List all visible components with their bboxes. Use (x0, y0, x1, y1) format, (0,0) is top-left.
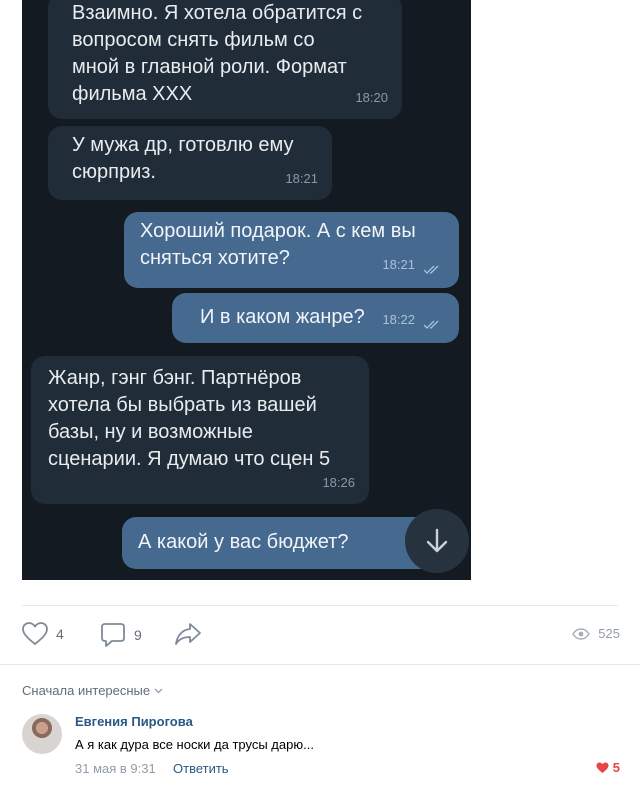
sort-label: Сначала интересные (22, 683, 151, 698)
heart-filled-icon (596, 762, 609, 773)
heart-icon (22, 622, 48, 646)
message-text: У мужа др, готовлю ему сюрприз. (72, 134, 294, 183)
message-bubble: У мужа др, готовлю ему сюрприз. 18:21 (48, 126, 332, 200)
post-divider (22, 605, 618, 606)
message-text: А какой у вас бюджет? (138, 531, 349, 553)
comment-icon (101, 623, 125, 647)
comment-date[interactable]: 31 мая в 9:31 (75, 761, 156, 776)
like-button[interactable]: 4 (22, 622, 64, 646)
message-bubble: Взаимно. Я хотела обратится с вопросом с… (48, 0, 402, 119)
chevron-down-icon (154, 688, 163, 693)
message-text: Жанр, гэнг бэнг. Партнёров хотела бы выб… (48, 367, 331, 470)
view-count: 525 (598, 626, 620, 641)
scroll-down-button[interactable] (405, 509, 469, 573)
message-time: 18:26 (322, 475, 355, 490)
reply-button[interactable]: Ответить (173, 761, 229, 776)
comment-like-button[interactable]: 5 (596, 760, 620, 775)
message-time: 18:21 (285, 171, 318, 186)
comment-author[interactable]: Евгения Пирогова (75, 714, 193, 729)
message-bubble: Хороший подарок. А с кем вы сняться хоти… (124, 212, 459, 288)
views-counter: 525 (572, 626, 620, 641)
message-text: Взаимно. Я хотела обратится с вопросом с… (72, 2, 363, 105)
comments-sort-dropdown[interactable]: Сначала интересные (22, 683, 163, 698)
message-time: 18:22 (382, 312, 415, 327)
comment-like-count: 5 (612, 760, 620, 775)
share-icon (175, 623, 201, 645)
comments-divider (0, 664, 640, 665)
message-bubble: И в каком жанре? 18:22 (172, 293, 459, 343)
like-count: 4 (56, 626, 64, 642)
message-bubble: Жанр, гэнг бэнг. Партнёров хотела бы выб… (31, 356, 369, 504)
message-time: 18:21 (382, 257, 415, 272)
share-button[interactable] (174, 622, 202, 646)
double-check-icon (423, 320, 439, 329)
avatar[interactable] (22, 714, 62, 754)
message-time: 18:20 (355, 90, 388, 105)
arrow-down-icon (426, 528, 448, 553)
chat-screenshot: Взаимно. Я хотела обратится с вопросом с… (22, 0, 471, 580)
comment-text: А я как дура все носки да трусы дарю... (75, 737, 314, 752)
double-check-icon (423, 265, 439, 274)
eye-icon (572, 627, 591, 640)
comment-count: 9 (134, 627, 142, 643)
comment-button[interactable]: 9 (100, 622, 142, 648)
